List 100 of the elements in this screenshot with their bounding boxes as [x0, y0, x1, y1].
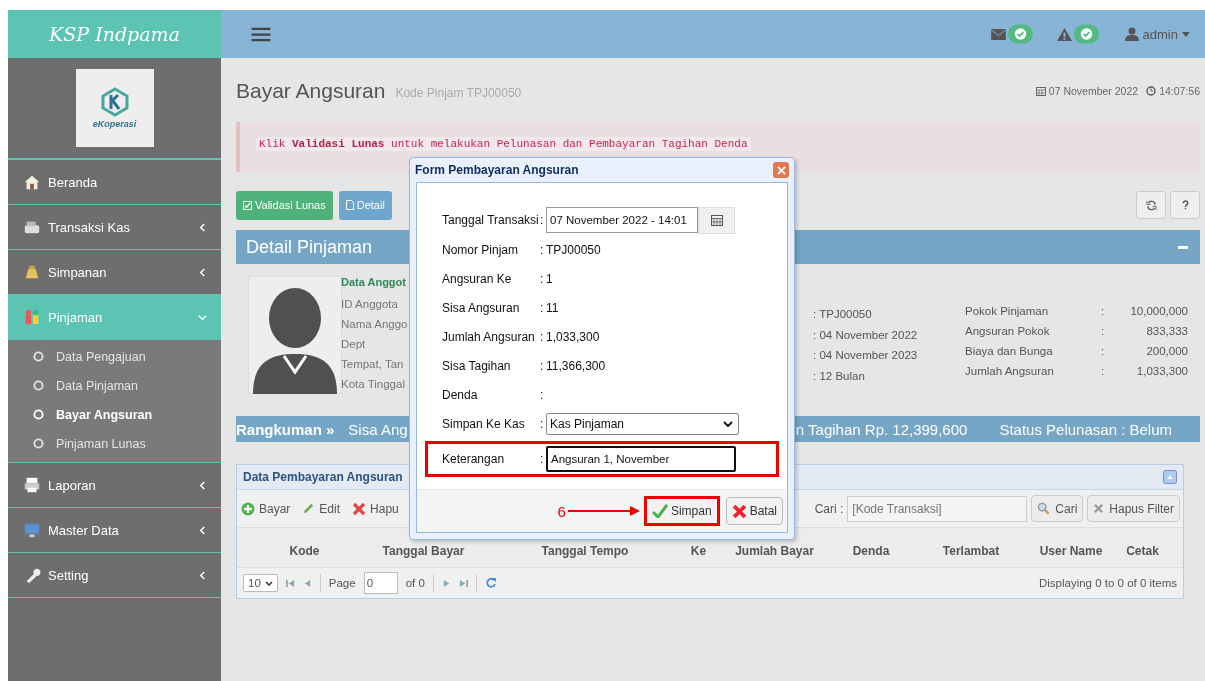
- colon-separator: :: [540, 242, 545, 257]
- colon-separator: :: [1101, 304, 1106, 319]
- sidebar-subitem[interactable]: Data Pengajuan: [8, 342, 221, 371]
- user-icon: [1124, 27, 1139, 41]
- column-header[interactable]: Denda: [821, 543, 921, 558]
- cancel-button[interactable]: Batal: [725, 497, 783, 525]
- toolbar-button[interactable]: Hapu: [352, 501, 399, 516]
- field-value: : 12 Bulan: [813, 368, 866, 384]
- field-label: ID Anggota: [341, 297, 398, 312]
- field-label: Kota Tinggal: [341, 377, 405, 392]
- refresh-icon[interactable]: [484, 577, 497, 589]
- chevron-down-icon: [723, 420, 733, 427]
- column-header[interactable]: Ke: [669, 543, 728, 558]
- member-heading: Data Anggot: [341, 276, 406, 288]
- field-label: Angsuran Ke: [442, 271, 513, 286]
- alert-message: Klik Validasi Lunas untuk melakukan Pelunasan dan Pembayaran Tagihan Denda: [256, 137, 751, 151]
- panel-title: Detail Pinjaman: [246, 236, 373, 258]
- house-icon: [22, 173, 42, 191]
- last-page-icon[interactable]: [458, 578, 468, 588]
- field-label: Simpan Ke Kas: [442, 416, 526, 431]
- summary-heading: Rangkuman »: [236, 420, 335, 438]
- column-header[interactable]: Terlambat: [921, 543, 1021, 558]
- printer-icon: [22, 476, 42, 494]
- hexagon-k-icon: [99, 87, 130, 117]
- colon-separator: :: [1101, 344, 1106, 359]
- cross-icon: [731, 503, 747, 519]
- save-button[interactable]: Simpan: [643, 496, 720, 526]
- search-button[interactable]: Cari: [1031, 495, 1084, 522]
- column-header[interactable]: Cetak: [1121, 543, 1164, 558]
- close-button[interactable]: [773, 162, 789, 178]
- field-value: 1: [546, 271, 553, 286]
- calendar-icon: [1035, 86, 1046, 96]
- minus-icon[interactable]: [1178, 245, 1188, 249]
- previous-page-icon[interactable]: [302, 578, 312, 588]
- caret-icon: [1182, 31, 1190, 37]
- circle-icon: [33, 409, 44, 420]
- refresh-button[interactable]: [1136, 191, 1166, 219]
- status-text: Status Pelunasan : Belum: [999, 420, 1172, 438]
- note-field[interactable]: Angsuran 1, November: [546, 446, 736, 472]
- sidebar-subitem[interactable]: Pinjaman Lunas: [8, 429, 221, 458]
- field-label: Jumlah Angsuran: [442, 329, 536, 344]
- column-header[interactable]: Kode: [263, 543, 346, 558]
- clear-filter-button[interactable]: Hapus Filter: [1087, 495, 1180, 522]
- close-icon: [1093, 503, 1105, 514]
- field-label: Keterangan: [442, 452, 506, 466]
- page-title: Bayar Angsuran: [236, 79, 386, 103]
- next-page-icon[interactable]: [441, 578, 451, 588]
- field-label: Tanggal Transaksi: [442, 213, 540, 227]
- summary-text: Sisa Ang: [348, 420, 408, 438]
- field-label: Angsuran Pokok: [965, 324, 1051, 339]
- close-icon: [776, 165, 786, 175]
- colon-separator: :: [540, 329, 545, 344]
- sidebar-subitem[interactable]: Bayar Angsuran: [8, 400, 221, 429]
- warning-icon[interactable]: [1056, 27, 1072, 41]
- field-value: 833,333: [1145, 324, 1188, 339]
- help-button[interactable]: [1170, 191, 1200, 219]
- clock-icon: [1146, 86, 1157, 96]
- colon-separator: :: [540, 271, 545, 286]
- current-date: 07 November 2022: [1048, 85, 1139, 97]
- check-badge-icon: [1073, 24, 1099, 44]
- field-label: Pokok Pinjaman: [965, 304, 1050, 319]
- envelope-icon[interactable]: [990, 28, 1006, 40]
- toolbar-button[interactable]: Bayar: [241, 501, 291, 516]
- column-header[interactable]: Jumlah Bayar: [728, 543, 821, 558]
- colon-separator: :: [540, 213, 545, 227]
- logo-text: eKoperasi: [92, 119, 137, 129]
- field-value: 1,033,300: [1135, 364, 1188, 379]
- sidebar-subitem[interactable]: Data Pinjaman: [8, 371, 221, 400]
- collapse-icon[interactable]: [1163, 470, 1177, 484]
- page-number-field[interactable]: 0: [363, 572, 398, 594]
- field-value: : TPJ00050: [813, 307, 873, 322]
- field-label: Biaya dan Bunga: [965, 344, 1054, 359]
- field-label: Sisa Angsuran: [442, 300, 521, 315]
- field-value: : 04 November 2022: [813, 327, 919, 343]
- field-label: Nama Anggo: [341, 317, 408, 332]
- user-menu[interactable]: admin: [1124, 26, 1190, 42]
- menu-icon[interactable]: [251, 26, 271, 42]
- chevron-down-icon: [264, 580, 273, 586]
- search-icon: [1037, 502, 1051, 515]
- checkbox-icon: [243, 200, 252, 210]
- calendar-button[interactable]: [698, 206, 735, 234]
- page-label: Page: [328, 577, 356, 589]
- first-page-icon[interactable]: [285, 578, 295, 588]
- cross-icon: [352, 501, 367, 516]
- cash-account-select[interactable]: Kas Pinjaman: [546, 412, 739, 435]
- pagination-info: Displaying 0 to 0 of 0 items: [1038, 577, 1177, 589]
- column-header[interactable]: Tanggal Bayar: [346, 543, 501, 558]
- field-label: Tempat, Tan: [341, 357, 404, 372]
- step-number: 6: [557, 502, 566, 520]
- circle-icon: [33, 351, 44, 362]
- question-mark-icon: [1181, 200, 1189, 210]
- toolbar-button[interactable]: Edit: [302, 501, 341, 516]
- search-label: Cari :: [814, 501, 844, 516]
- search-field[interactable]: [Kode Transaksi]: [847, 495, 1028, 522]
- date-field[interactable]: 07 November 2022 - 14:01: [546, 207, 698, 233]
- column-header[interactable]: Tanggal Tempo: [501, 543, 669, 558]
- circle-icon: [33, 380, 44, 391]
- column-header[interactable]: User Name: [1021, 543, 1121, 558]
- page-subtitle: Kode Pinjam TPJ00050: [395, 86, 522, 100]
- page-size-select[interactable]: 10: [243, 574, 278, 592]
